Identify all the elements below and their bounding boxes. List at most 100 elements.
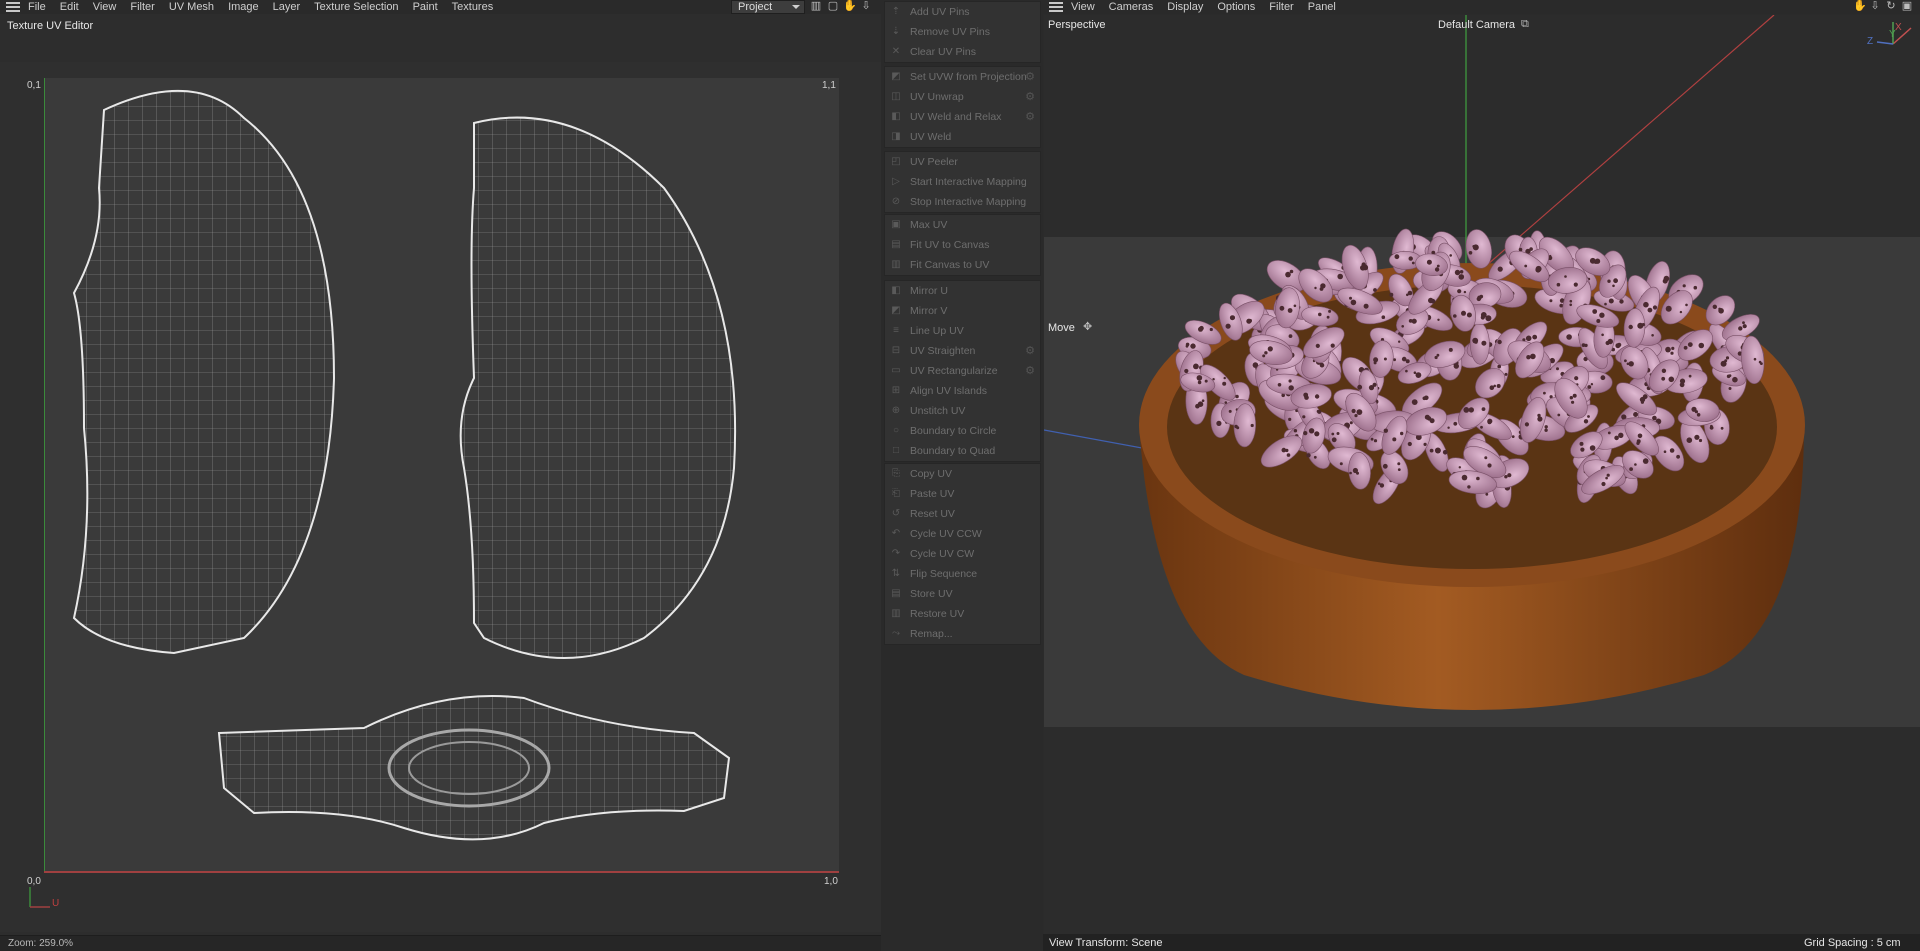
command-max-uv[interactable]: ▣ Max UV — [885, 215, 1040, 235]
store-icon: ▤ — [891, 588, 901, 599]
command-boundary-to-circle[interactable]: ○ Boundary to Circle — [885, 421, 1040, 441]
command-uv-peeler[interactable]: ◰ UV Peeler — [885, 152, 1040, 172]
command-fit-uv-to-canvas[interactable]: ▤ Fit UV to Canvas — [885, 235, 1040, 255]
camera-name[interactable]: Default Camera — [1438, 19, 1515, 31]
command-mirror-u[interactable]: ◧ Mirror U — [885, 281, 1040, 301]
bean-spot — [1742, 321, 1745, 325]
move-view-icon[interactable]: ⇩ — [1869, 0, 1881, 12]
bean-spot — [1401, 325, 1404, 328]
command-boundary-to-quad[interactable]: □ Boundary to Quad — [885, 441, 1040, 461]
vp-menu-cameras[interactable]: Cameras — [1109, 1, 1154, 13]
menu-paint[interactable]: Paint — [413, 1, 438, 13]
bean-spot — [1196, 375, 1203, 381]
bean-spot — [1349, 421, 1353, 425]
uv-commands-panel: ⇡ Add UV Pins ⇣ Remove UV Pins ✕ Clear UV Pin… — [881, 0, 1043, 951]
bean-spot — [1313, 455, 1317, 459]
command-set-uvw-from-projection[interactable]: ◩ Set UVW from Projection ⚙ — [885, 67, 1040, 87]
command-label: UV Rectangularize — [910, 365, 998, 377]
bean-spot — [1293, 429, 1298, 433]
gear-icon[interactable]: ⚙ — [1024, 91, 1036, 103]
command-add-uv-pins[interactable]: ⇡ Add UV Pins — [885, 2, 1040, 22]
view-transform-label: View Transform: Scene — [1049, 937, 1163, 949]
bean-spot — [1382, 463, 1388, 469]
command-cycle-uv-ccw[interactable]: ↶ Cycle UV CCW — [885, 524, 1040, 544]
command-start-interactive-mapping[interactable]: ▷ Start Interactive Mapping — [885, 172, 1040, 192]
histogram-icon[interactable]: ▥ — [810, 0, 822, 12]
command-label: UV Peeler — [910, 156, 958, 168]
view-name[interactable]: Perspective — [1048, 19, 1105, 31]
menu-texture-selection[interactable]: Texture Selection — [314, 1, 398, 13]
gear-icon[interactable]: ⚙ — [1024, 71, 1036, 83]
command-stop-interactive-mapping[interactable]: ⊘ Stop Interactive Mapping — [885, 192, 1040, 212]
vp-menu-display[interactable]: Display — [1167, 1, 1203, 13]
bean-spot — [1640, 400, 1644, 404]
command-unstitch-uv[interactable]: ⊕ Unstitch UV — [885, 401, 1040, 421]
bean-spot — [1535, 265, 1542, 272]
lock-icon[interactable]: ▢ — [827, 0, 839, 12]
menu-image[interactable]: Image — [228, 1, 259, 13]
command-fit-canvas-to-uv[interactable]: ▥ Fit Canvas to UV — [885, 255, 1040, 275]
command-clear-uv-pins[interactable]: ✕ Clear UV Pins — [885, 42, 1040, 62]
vp-menu-options[interactable]: Options — [1217, 1, 1255, 13]
bean-spot — [1392, 437, 1397, 442]
menu-view[interactable]: View — [93, 1, 117, 13]
command-uv-rectangularize[interactable]: ▭ UV Rectangularize ⚙ — [885, 361, 1040, 381]
command-uv-weld[interactable]: ◨ UV Weld — [885, 127, 1040, 147]
menu-filter[interactable]: Filter — [130, 1, 154, 13]
gear-icon[interactable]: ⚙ — [1024, 111, 1036, 123]
bean-spot — [1484, 456, 1488, 460]
command-uv-weld-and-relax[interactable]: ◧ UV Weld and Relax ⚙ — [885, 107, 1040, 127]
axis-y-label: Y — [1889, 29, 1896, 40]
bean-spot — [1235, 394, 1239, 399]
bean-spot — [1556, 282, 1561, 287]
download-icon[interactable]: ⇩ — [860, 0, 872, 12]
hamburger-menu-icon[interactable] — [1049, 2, 1063, 12]
command-uv-straighten[interactable]: ⊟ UV Straighten ⚙ — [885, 341, 1040, 361]
menu-edit[interactable]: Edit — [60, 1, 79, 13]
command-label: Copy UV — [910, 468, 953, 480]
scene-render — [1044, 15, 1920, 727]
bean-spot — [1373, 288, 1377, 292]
command-remap[interactable]: ⤳ Remap... — [885, 624, 1040, 644]
command-paste-uv[interactable]: ⎗ Paste UV — [885, 484, 1040, 504]
axis-u-label: U — [52, 898, 60, 909]
command-label: UV Weld and Relax — [910, 111, 1002, 123]
command-align-uv-islands[interactable]: ⊞ Align UV Islands — [885, 381, 1040, 401]
project-select[interactable]: Project — [731, 0, 805, 14]
menu-textures[interactable]: Textures — [452, 1, 494, 13]
command-cycle-uv-cw[interactable]: ↷ Cycle UV CW — [885, 544, 1040, 564]
bean-spot — [1223, 376, 1226, 380]
hamburger-menu-icon[interactable] — [6, 2, 20, 12]
command-store-uv[interactable]: ▤ Store UV — [885, 584, 1040, 604]
command-mirror-v[interactable]: ◩ Mirror V — [885, 301, 1040, 321]
menu-uv-mesh[interactable]: UV Mesh — [169, 1, 214, 13]
command-flip-sequence[interactable]: ⇅ Flip Sequence — [885, 564, 1040, 584]
menu-file[interactable]: File — [28, 1, 46, 13]
uv-grid[interactable] — [43, 78, 839, 873]
command-reset-uv[interactable]: ↺ Reset UV — [885, 504, 1040, 524]
bean-spot — [1693, 285, 1698, 290]
pan-hand-icon[interactable]: ✋ — [1853, 0, 1867, 12]
camera-icon[interactable]: ⧉ — [1521, 18, 1529, 31]
viewport-scene[interactable] — [1044, 15, 1920, 936]
pan-hand-icon[interactable]: ✋ — [843, 0, 857, 12]
maximize-view-icon[interactable]: ▣ — [1901, 0, 1913, 12]
bean-spot — [1197, 380, 1202, 385]
command-copy-uv[interactable]: ⎘ Copy UV — [885, 464, 1040, 484]
vp-menu-filter[interactable]: Filter — [1269, 1, 1293, 13]
rotate-view-icon[interactable]: ↻ — [1885, 0, 1897, 12]
bean-spot — [1306, 453, 1311, 458]
command-line-up-uv[interactable]: ≡ Line Up UV — [885, 321, 1040, 341]
bean-spot — [1643, 301, 1649, 308]
menu-layer[interactable]: Layer — [273, 1, 301, 13]
project-select-value: Project — [738, 1, 773, 13]
command-remove-uv-pins[interactable]: ⇣ Remove UV Pins — [885, 22, 1040, 42]
vp-menu-panel[interactable]: Panel — [1308, 1, 1336, 13]
gear-icon[interactable]: ⚙ — [1024, 365, 1036, 377]
vp-menu-view[interactable]: View — [1071, 1, 1095, 13]
bean-spot — [1398, 340, 1401, 343]
bean-spot — [1339, 462, 1343, 466]
gear-icon[interactable]: ⚙ — [1024, 345, 1036, 357]
command-uv-unwrap[interactable]: ◫ UV Unwrap ⚙ — [885, 87, 1040, 107]
command-restore-uv[interactable]: ▥ Restore UV — [885, 604, 1040, 624]
